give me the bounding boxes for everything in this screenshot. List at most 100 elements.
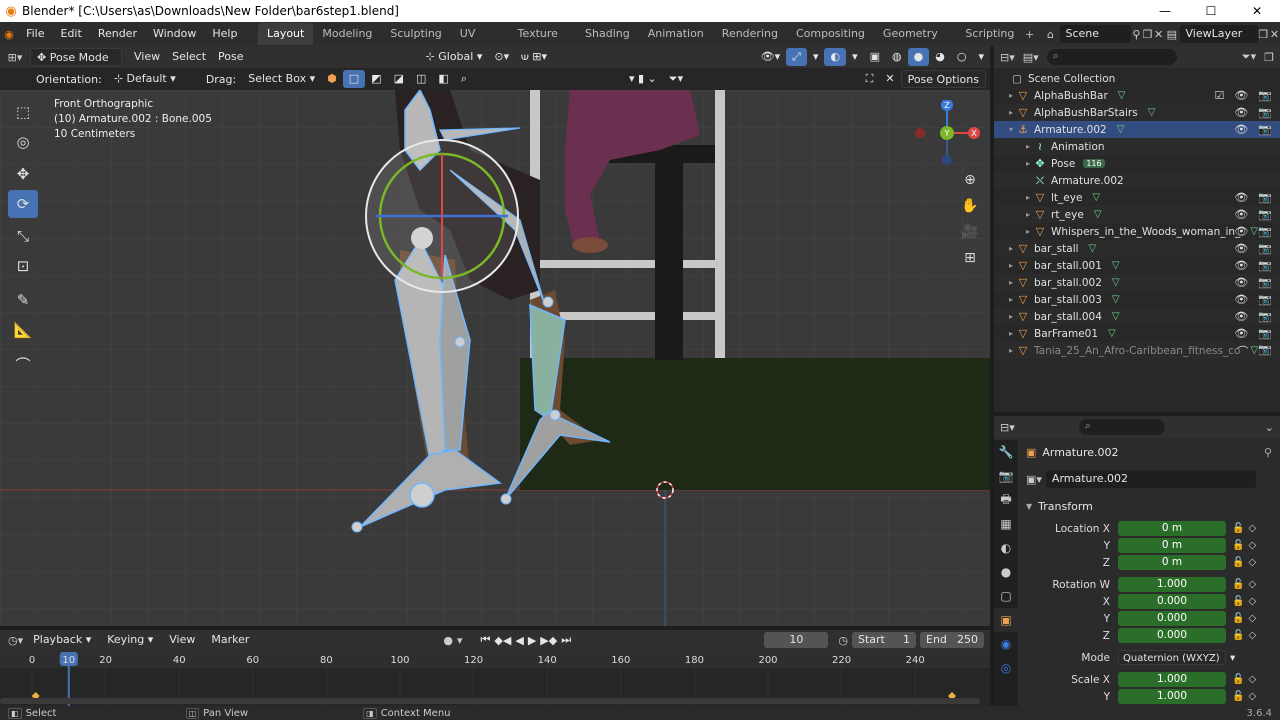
shading-dropdown-icon[interactable]: ▾ xyxy=(972,48,990,66)
next-key-icon[interactable]: ▶◆ xyxy=(540,634,557,647)
disclosure-triangle-icon[interactable]: ▸ xyxy=(1006,312,1016,321)
render-camera-icon[interactable]: 📷 xyxy=(1258,310,1272,323)
menu-select[interactable]: Select xyxy=(166,48,212,66)
render-camera-icon[interactable]: 📷 xyxy=(1258,293,1272,306)
menu-pose[interactable]: Pose xyxy=(212,48,249,66)
camera-icon[interactable]: 🎥 xyxy=(958,220,982,244)
tab-geometry-nodes[interactable]: Geometry Nodes xyxy=(874,23,957,62)
lock-keyframe-icon[interactable]: 🔓◇ xyxy=(1232,691,1260,702)
outliner-filter-icon[interactable]: ⏷▾ xyxy=(1242,50,1256,64)
render-camera-icon[interactable]: 📷 xyxy=(1258,343,1272,359)
cursor-tool-icon[interactable]: ◎ xyxy=(8,128,38,156)
number-field[interactable]: 0.000 xyxy=(1118,611,1226,626)
outliner-row[interactable]: ▸ ▽ bar_stall ▽ 👁 📷 xyxy=(994,240,1280,257)
modifier-tab-icon[interactable]: ◉ xyxy=(994,632,1018,656)
maximize-button[interactable]: ☐ xyxy=(1188,4,1234,18)
tab-animation[interactable]: Animation xyxy=(639,23,713,45)
play-reverse-icon[interactable]: ◀ xyxy=(515,634,523,647)
physics-tab-icon[interactable]: ◎ xyxy=(994,656,1018,680)
transform-tool-icon[interactable]: ⊡ xyxy=(8,252,38,280)
outliner-row[interactable]: ▸ ▽ AlphaBushBarStairs ▽ 👁 📷 xyxy=(994,104,1280,121)
render-camera-icon[interactable]: 📷 xyxy=(1258,89,1272,102)
prev-key-icon[interactable]: ◆◀ xyxy=(494,634,511,647)
tab-texture-paint[interactable]: Texture Paint xyxy=(509,23,576,62)
outliner-row[interactable]: ▾ ⚓ Armature.002 ▽ 👁 📷 xyxy=(994,121,1280,138)
properties-search-input[interactable]: ⌕ xyxy=(1078,419,1165,435)
number-field[interactable]: 0 m xyxy=(1118,538,1226,553)
overlay-toggle-icon[interactable]: ◐ xyxy=(824,48,847,66)
shading-rendered-icon[interactable]: ○ xyxy=(951,48,973,66)
copy-viewlayer-icon[interactable]: ❐ xyxy=(1258,28,1269,41)
eye-icon[interactable]: 👁 xyxy=(1234,89,1248,102)
eye-icon[interactable]: 👁 xyxy=(1234,310,1248,323)
move-tool-icon[interactable]: ✥ xyxy=(8,160,38,188)
eye-icon[interactable]: 👁 xyxy=(1234,293,1248,306)
render-camera-icon[interactable]: 📷 xyxy=(1258,225,1272,238)
properties-options-icon[interactable]: ⌄ xyxy=(1265,421,1274,434)
render-camera-icon[interactable]: 📷 xyxy=(1258,123,1272,136)
pin-icon[interactable]: ⚲ xyxy=(1131,28,1142,41)
transform-orientation-dropdown[interactable]: ⊹ Global ▾ xyxy=(420,48,489,66)
lock-keyframe-icon[interactable]: 🔓◇ xyxy=(1232,523,1260,534)
render-camera-icon[interactable]: 📷 xyxy=(1258,259,1272,272)
delete-scene-icon[interactable]: ✕ xyxy=(1153,28,1164,41)
lock-keyframe-icon[interactable]: 🔓◇ xyxy=(1232,540,1260,551)
render-camera-icon[interactable]: 📷 xyxy=(1258,208,1272,221)
add-workspace-icon[interactable]: + xyxy=(1023,28,1036,41)
outliner-row[interactable]: ▸ ▽ bar_stall.001 ▽ 👁 📷 xyxy=(994,257,1280,274)
disclosure-triangle-icon[interactable]: ▸ xyxy=(1023,193,1033,202)
outliner-row[interactable]: ▸ ▽ Tania_25_An_Afro-Caribbean_fitness_co ▽… xyxy=(994,342,1280,359)
number-field[interactable]: 1.000 xyxy=(1118,672,1226,687)
menu-keying[interactable]: Keying ▾ xyxy=(101,631,159,649)
collection-tab-icon[interactable]: ▢ xyxy=(994,584,1018,608)
rotate-tool-icon[interactable]: ⟳ xyxy=(8,190,38,218)
outliner-editor-icon[interactable]: ⊟▾ xyxy=(1000,51,1015,64)
editor-type-icon[interactable]: ⊞▾ xyxy=(0,51,30,64)
disclosure-triangle-icon[interactable]: ▾ xyxy=(1006,125,1016,134)
timeline-scrollbar[interactable] xyxy=(0,698,980,704)
render-camera-icon[interactable]: 📷 xyxy=(1258,106,1272,119)
disclosure-triangle-icon[interactable]: ▸ xyxy=(1006,295,1016,304)
menu-window[interactable]: Window xyxy=(145,22,204,46)
disclosure-triangle-icon[interactable]: ▸ xyxy=(1023,142,1033,151)
timeline-editor-icon[interactable]: ◷▾ xyxy=(8,634,23,647)
bone-size-tool-icon[interactable]: ⌒ xyxy=(8,350,38,378)
number-field[interactable]: 1.000 xyxy=(1118,689,1226,704)
xray-icon[interactable]: ▣ xyxy=(864,48,886,66)
annotate-tool-icon[interactable]: ✎ xyxy=(8,286,38,314)
perspective-grid-icon[interactable]: ⊞ xyxy=(958,246,982,270)
object-tab-icon[interactable]: ▣ xyxy=(994,608,1018,632)
3d-viewport[interactable]: Front Orthographic (10) Armature.002 : B… xyxy=(0,90,990,626)
minimize-button[interactable]: — xyxy=(1142,4,1188,18)
world-tab-icon[interactable]: ● xyxy=(994,560,1018,584)
delete-viewlayer-icon[interactable]: ✕ xyxy=(1269,28,1280,41)
menu-timeline-view[interactable]: View xyxy=(163,631,201,649)
menu-edit[interactable]: Edit xyxy=(53,22,90,46)
disclosure-triangle-icon[interactable]: ▸ xyxy=(1006,244,1016,253)
lock-keyframe-icon[interactable]: 🔓◇ xyxy=(1232,674,1260,685)
eye-closed-icon[interactable]: ⌒ xyxy=(1237,343,1248,359)
disclosure-triangle-icon[interactable]: ▸ xyxy=(1023,227,1033,236)
preview-range-icon[interactable]: ◷ xyxy=(838,634,848,647)
scene-collection-row[interactable]: ▢ Scene Collection xyxy=(994,70,1280,87)
pose-options-dropdown[interactable]: Pose Options xyxy=(900,70,986,88)
tab-compositing[interactable]: Compositing xyxy=(787,23,874,45)
shading-material-icon[interactable]: ◕ xyxy=(929,48,951,66)
render-tab-icon[interactable]: 📷 xyxy=(994,464,1018,488)
number-field[interactable]: 0 m xyxy=(1118,555,1226,570)
gizmo-dropdown-icon[interactable]: ▾ xyxy=(807,48,825,66)
eye-icon[interactable]: 👁 xyxy=(1234,208,1248,221)
render-camera-icon[interactable]: 📷 xyxy=(1258,191,1272,204)
lock-keyframe-icon[interactable]: 🔓◇ xyxy=(1232,579,1260,590)
select-mode-new-icon[interactable]: □ xyxy=(342,70,366,88)
jump-start-icon[interactable]: ⏮ xyxy=(481,633,491,647)
select-mode-subtract-icon[interactable]: ◪ xyxy=(388,70,410,88)
eye-icon[interactable]: 👁 xyxy=(1234,276,1248,289)
tab-layout[interactable]: Layout xyxy=(257,23,314,45)
shading-wireframe-icon[interactable]: ◍ xyxy=(886,48,908,66)
rotation-mode-dropdown[interactable]: Quaternion (WXYZ) xyxy=(1118,650,1226,665)
outliner-row[interactable]: ▸ ▽ lt_eye ▽ 👁 📷 xyxy=(994,189,1280,206)
eye-icon[interactable]: 👁 xyxy=(1234,259,1248,272)
menu-render[interactable]: Render xyxy=(90,22,145,46)
lock-keyframe-icon[interactable]: 🔓◇ xyxy=(1232,630,1260,641)
